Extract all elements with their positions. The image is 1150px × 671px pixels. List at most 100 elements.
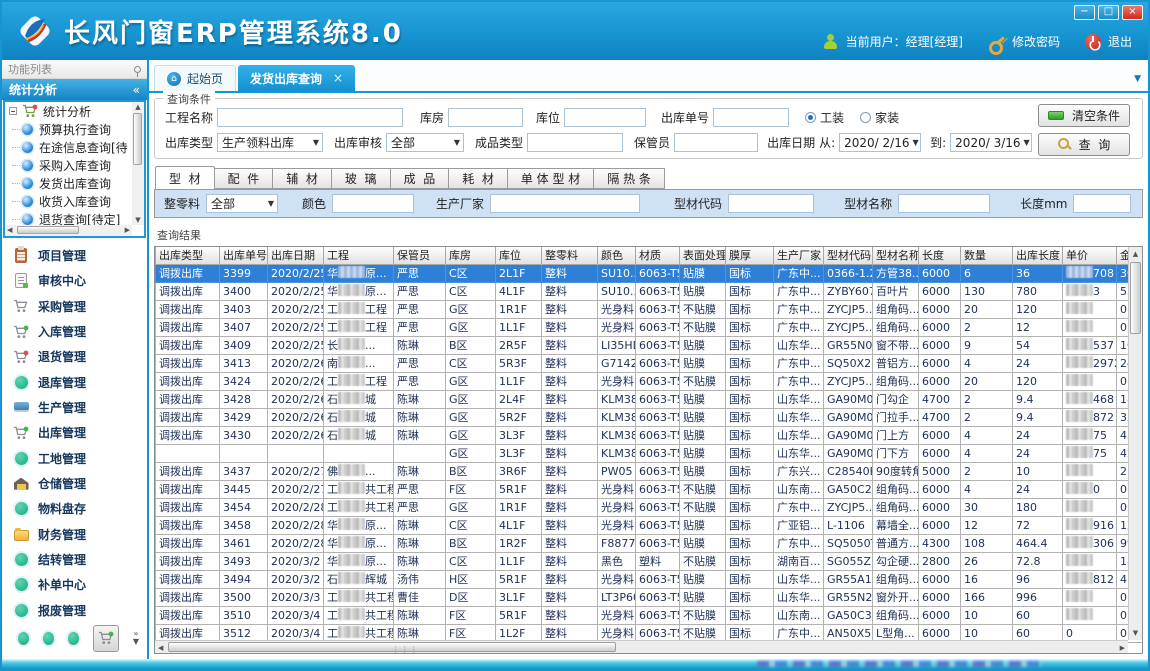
pin-icon[interactable] [134, 66, 141, 73]
radio-jiazhuang[interactable]: 家装 [860, 109, 899, 126]
material-tab[interactable]: 配 件 [215, 168, 274, 189]
sidebar-item-仓储管理[interactable]: 仓储管理 [13, 471, 145, 496]
table-row[interactable]: 调拨出库35002020/3/3工共工程曹佳D区3L1F整料LT3P606063… [156, 588, 1144, 606]
table-row[interactable]: G区3L3F整料KLM38176063-T5贴膜国标山东华...GA90M09.… [156, 444, 1144, 462]
tree-item[interactable]: 预算执行查询 [5, 120, 132, 138]
column-header[interactable]: 生产厂家 [774, 247, 824, 264]
close-tab-icon[interactable]: × [333, 71, 343, 85]
table-row[interactable]: 调拨出库34072020/2/25工工程严思G区1L1F整料光身料6063-T5… [156, 318, 1144, 336]
green-dot-icon[interactable] [18, 632, 29, 645]
table-row[interactable]: 调拨出库34612020/2/28华原...陈琳B区1R2F整料F8877FT6… [156, 534, 1144, 552]
tab-shipping-outbound-query[interactable]: 发货出库查询 × [238, 65, 355, 91]
material-tab[interactable]: 耗 材 [449, 168, 508, 189]
column-header[interactable]: 出库长度 [1013, 247, 1063, 264]
profile-code-input[interactable] [728, 194, 814, 213]
scroll-up-icon[interactable]: ▲ [132, 103, 144, 111]
location-input[interactable] [564, 108, 646, 127]
column-header[interactable]: 保管员 [394, 247, 446, 264]
change-password-link[interactable]: 修改密码 [1012, 33, 1060, 50]
sidebar-item-报废管理[interactable]: 报废管理 [13, 598, 145, 623]
sidebar-item-结转管理[interactable]: 结转管理 [13, 547, 145, 572]
sidebar-item-项目管理[interactable]: 项目管理 [13, 243, 145, 268]
minimize-button[interactable]: − [1074, 5, 1095, 20]
material-tab[interactable]: 辅 材 [273, 168, 332, 189]
scroll-thumb[interactable]: ⋮⋮⋮ [168, 642, 616, 652]
tree-collapse-icon[interactable] [9, 107, 17, 115]
table-row[interactable]: 调拨出库34002020/2/25华原...严思C区4L1F整料SU10...6… [156, 282, 1144, 300]
table-row[interactable]: 调拨出库34282020/2/26石城陈琳G区2L4F整料KLM38176063… [156, 390, 1144, 408]
column-header[interactable]: 膜厚 [726, 247, 774, 264]
close-button[interactable]: × [1122, 5, 1143, 20]
column-header[interactable]: 工程 [324, 247, 394, 264]
table-row[interactable]: 调拨出库34582020/2/28华原...陈琳C区4L1F整料光身料6063-… [156, 516, 1144, 534]
table-row[interactable]: 调拨出库34542020/2/28工共工程严思G区1R1F整料光身料6063-T… [156, 498, 1144, 516]
scroll-up-icon[interactable]: ▲ [1129, 250, 1142, 258]
out-type-select[interactable]: 生产领料出库▼ [217, 133, 323, 152]
sidebar-item-采购管理[interactable]: 采购管理 [13, 294, 145, 319]
warehouse-input[interactable] [448, 108, 523, 127]
sidebar-item-工地管理[interactable]: 工地管理 [13, 446, 145, 471]
column-header[interactable]: 出库单号 [220, 247, 268, 264]
date-from-picker[interactable]: 2020/ 2/16▼ [839, 133, 921, 152]
column-header[interactable]: 出库类型 [156, 247, 220, 264]
length-input[interactable] [1073, 194, 1131, 213]
profile-name-input[interactable] [898, 194, 990, 213]
keeper-input[interactable] [674, 133, 758, 152]
column-header[interactable]: 型材名称 [873, 247, 919, 264]
sidebar-item-退库管理[interactable]: 退库管理 [13, 370, 145, 395]
cart-toolbar-button[interactable] [93, 625, 119, 652]
green-dot-icon[interactable] [43, 632, 54, 645]
table-row[interactable]: 调拨出库34032020/2/25工工程严思G区1R1F整料光身料6063-T5… [156, 300, 1144, 318]
material-tab[interactable]: 单 体 型 材 [508, 168, 594, 189]
project-name-input[interactable] [217, 108, 403, 127]
material-tab[interactable]: 隔 热 条 [594, 168, 665, 189]
sidebar-item-出库管理[interactable]: 出库管理 [13, 420, 145, 445]
tree-horizontal-scrollbar[interactable]: ◀ ▶ [5, 225, 132, 236]
tab-home[interactable]: ⌂ 起始页 [154, 65, 236, 91]
sidebar-section-title[interactable]: 统计分析 « [2, 79, 147, 100]
sidebar-item-退货管理[interactable]: 退货管理 [13, 344, 145, 369]
audit-select[interactable]: 全部▼ [386, 133, 464, 152]
manufacturer-input[interactable] [490, 194, 640, 213]
scroll-left-icon[interactable]: ◀ [158, 644, 163, 652]
date-to-picker[interactable]: 2020/ 3/16▼ [950, 133, 1032, 152]
maximize-button[interactable]: □ [1098, 5, 1119, 20]
table-row[interactable]: 调拨出库34942020/3/2石辉城汤伟H区5R1F整料光身料6063-T5贴… [156, 570, 1144, 588]
column-header[interactable]: 表面处理 [680, 247, 726, 264]
material-tab[interactable]: 型 材 [155, 166, 215, 190]
column-header[interactable]: 长度 [919, 247, 961, 264]
tree-vertical-scrollbar[interactable]: ▲ ▼ [132, 102, 144, 225]
column-header[interactable]: 出库日期 [268, 247, 324, 264]
scroll-right-icon[interactable]: ▶ [1120, 644, 1125, 652]
collapse-icon[interactable]: « [133, 83, 140, 97]
sidebar-item-物料盘存[interactable]: 物料盘存 [13, 496, 145, 521]
table-row[interactable]: 调拨出库33992020/2/25华原...严思C区2L1F整料SU10...6… [156, 264, 1144, 282]
radio-gongzhuang[interactable]: 工装 [805, 109, 844, 126]
table-row[interactable]: 调拨出库34452020/2/27工共工程严思F区5R1F整料光身料6063-T… [156, 480, 1144, 498]
column-header[interactable]: 单价 [1063, 247, 1117, 264]
toolbar-overflow-button[interactable]: » ▼ [133, 630, 139, 646]
column-header[interactable]: 颜色 [598, 247, 636, 264]
tree-item[interactable]: 采购入库查询 [5, 156, 132, 174]
order-no-input[interactable] [713, 108, 789, 127]
scroll-thumb[interactable] [133, 113, 142, 165]
column-header[interactable]: 数量 [961, 247, 1013, 264]
tree-item[interactable]: 退货查询[待定] [5, 210, 132, 225]
table-row[interactable]: 调拨出库34092020/2/25长...陈琳B区2R5F整料LI35HD606… [156, 336, 1144, 354]
green-dot-icon[interactable] [68, 632, 79, 645]
table-row[interactable]: 调拨出库34132020/2/26南...严思C区5R3F整料G71422606… [156, 354, 1144, 372]
table-row[interactable]: 调拨出库34372020/2/27佛...陈琳B区3R6F整料PW056063-… [156, 462, 1144, 480]
column-header[interactable]: 型材代码 [824, 247, 873, 264]
sidebar-item-入库管理[interactable]: 入库管理 [13, 319, 145, 344]
tree-item[interactable]: 在途信息查询[待 [5, 138, 132, 156]
table-horizontal-scrollbar[interactable]: ◀ ⋮⋮⋮ ▶ [155, 640, 1128, 653]
sidebar-item-财务管理[interactable]: 财务管理 [13, 522, 145, 547]
material-tab[interactable]: 玻 璃 [332, 168, 391, 189]
table-vertical-scrollbar[interactable]: ▲ ▼ [1128, 247, 1142, 640]
table-row[interactable]: 调拨出库34932020/3/2华原...陈琳C区1L1F整料黑色塑料不贴膜国标… [156, 552, 1144, 570]
table-row[interactable]: 调拨出库34302020/2/26石城陈琳G区3L3F整料KLM38176063… [156, 426, 1144, 444]
search-button[interactable]: 查 询 [1038, 133, 1130, 156]
logout-link[interactable]: 退出 [1108, 33, 1132, 50]
sidebar-item-补单中心[interactable]: 补单中心 [13, 572, 145, 597]
tree-item[interactable]: 发货出库查询 [5, 174, 132, 192]
